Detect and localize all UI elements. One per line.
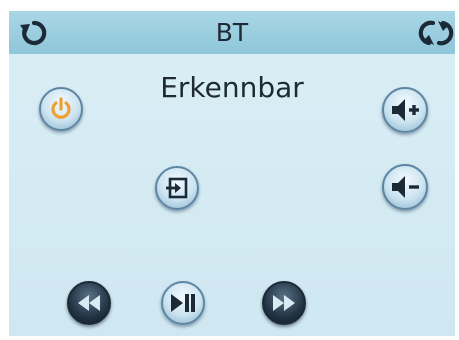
page-title: BT	[215, 18, 249, 47]
input-source-icon	[166, 177, 188, 199]
fast-forward-button[interactable]	[262, 281, 306, 325]
top-bar: BT	[9, 11, 455, 54]
rewind-icon	[78, 295, 100, 311]
play-pause-icon	[171, 294, 195, 312]
rewind-button[interactable]	[67, 281, 111, 325]
fast-forward-icon	[273, 295, 295, 311]
volume-down-icon	[392, 176, 419, 198]
power-icon	[51, 97, 71, 119]
volume-down-button[interactable]	[382, 164, 428, 210]
input-source-button[interactable]	[155, 166, 199, 210]
bt-screen: BT Erkennbar	[9, 11, 455, 336]
power-button[interactable]	[39, 87, 83, 131]
volume-up-icon	[392, 99, 419, 121]
refresh-icon[interactable]	[417, 16, 455, 50]
volume-up-button[interactable]	[382, 87, 428, 133]
play-pause-button[interactable]	[161, 281, 205, 325]
